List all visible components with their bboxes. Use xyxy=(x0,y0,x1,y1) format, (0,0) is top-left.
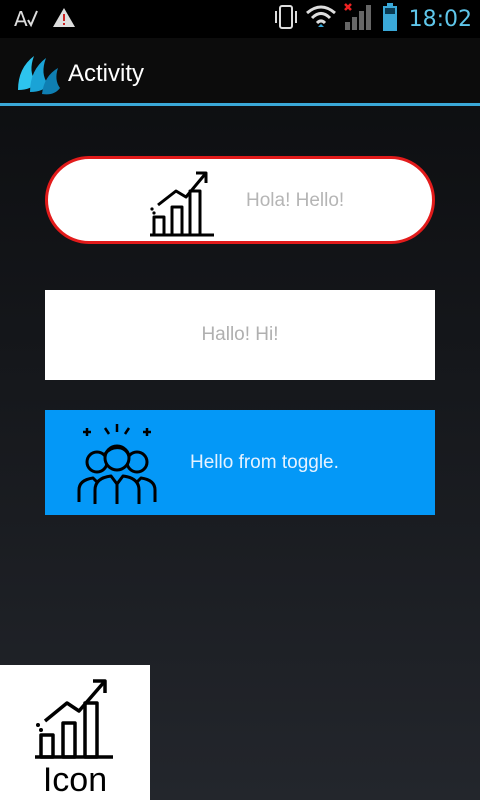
hallo-hi-label: Hallo! Hi! xyxy=(201,324,279,345)
text-check-icon: A xyxy=(14,6,40,33)
app-title: Activity xyxy=(68,60,145,87)
hello-toggle-label: Hello from toggle. xyxy=(190,452,339,473)
icon-widget[interactable]: Icon xyxy=(0,665,150,800)
hallo-hi-button[interactable]: Hallo! Hi! xyxy=(45,290,435,380)
signal-icon xyxy=(343,2,375,36)
chart-growth-icon xyxy=(148,165,216,239)
app-logo-icon xyxy=(14,50,62,96)
status-clock: 18:02 xyxy=(408,6,472,32)
icon-widget-label: Icon xyxy=(42,761,108,799)
warning-icon xyxy=(52,6,76,32)
team-icon xyxy=(73,418,161,506)
chart-growth-icon xyxy=(33,673,115,761)
hola-hello-label: Hola! Hello! xyxy=(246,190,345,211)
status-bar: A 18:02 xyxy=(0,0,480,38)
action-bar-divider xyxy=(0,103,480,106)
hola-hello-button[interactable]: Hola! Hello! xyxy=(45,156,435,244)
vibrate-icon xyxy=(273,3,299,35)
hello-toggle-button[interactable]: Hello from toggle. xyxy=(45,410,435,515)
wifi-icon xyxy=(305,3,337,35)
battery-icon xyxy=(381,2,399,36)
svg-text:A: A xyxy=(14,7,28,30)
action-bar: Activity xyxy=(0,38,480,106)
